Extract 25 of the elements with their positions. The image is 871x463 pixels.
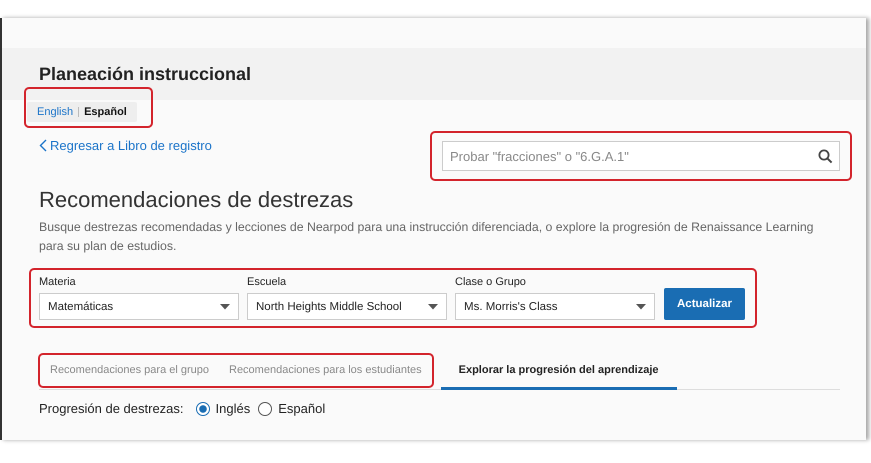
page-title: Planeación instruccional [39, 64, 252, 84]
field-label: Materia [39, 276, 77, 288]
chevron-left-icon [39, 139, 47, 152]
tab[interactable]: Explorar la progresión del aprendizaje [440, 353, 677, 390]
progression-label: Progresión de destrezas: [39, 401, 184, 416]
search-field[interactable]: Probar "fracciones" o "6.G.A.1" [442, 141, 840, 171]
caret-icon [636, 304, 646, 310]
field-label: Clase o Grupo [455, 276, 527, 288]
dropdown[interactable]: Matemáticas [39, 293, 239, 320]
language-option[interactable]: Español [84, 106, 127, 118]
dropdown[interactable]: Ms. Morris's Class [455, 293, 655, 320]
radio-button[interactable] [258, 402, 272, 416]
dropdown[interactable]: North Heights Middle School [247, 293, 447, 320]
section-heading: Recomendaciones de destrezas [39, 187, 354, 213]
radio-button[interactable] [196, 402, 210, 416]
caret-icon [220, 304, 230, 310]
update-button[interactable]: Actualizar [664, 288, 745, 320]
radio-option[interactable]: Inglés [196, 401, 250, 416]
language-option[interactable]: English [37, 106, 74, 118]
section-description: Busque destrezas recomendadas y lecciones de Nearpod para una instrucción diferenciada, o explore la progresión de Renaissance Learning para su plan de estudios. [39, 219, 814, 255]
field-label: Escuela [247, 276, 288, 288]
back-link[interactable]: Regresar a Libro de registro [39, 138, 212, 153]
search-icon[interactable] [818, 149, 833, 164]
caret-icon [428, 304, 438, 310]
radio-option[interactable]: Español [258, 401, 326, 416]
